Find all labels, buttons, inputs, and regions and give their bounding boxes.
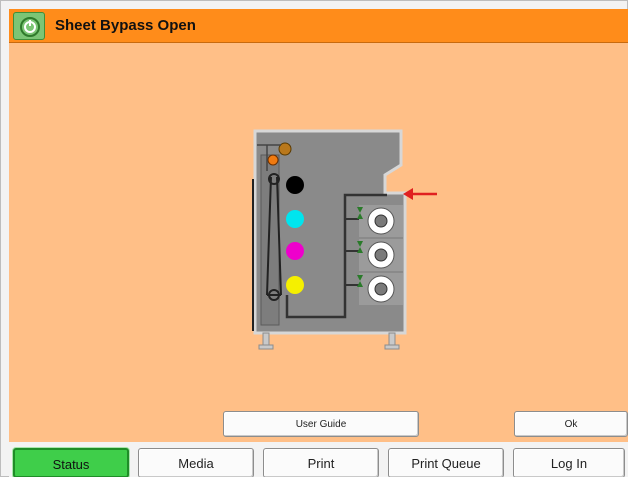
toner-black xyxy=(286,176,304,194)
paper-tray-1 xyxy=(359,205,403,237)
fuser-roller-2 xyxy=(267,154,279,166)
page-title: Sheet Bypass Open xyxy=(55,17,196,34)
user-guide-button[interactable]: User Guide xyxy=(223,411,419,437)
toner-magenta xyxy=(286,242,304,260)
printer-diagram xyxy=(252,129,437,350)
power-icon[interactable] xyxy=(13,12,45,40)
nav-status-button[interactable]: Status xyxy=(13,448,129,477)
toner-cyan xyxy=(286,210,304,228)
content-area: User Guide Ok xyxy=(9,43,628,442)
toner-yellow xyxy=(286,276,304,294)
printer-feet xyxy=(258,332,400,350)
paper-tray-3 xyxy=(359,273,403,305)
nav-media-button[interactable]: Media xyxy=(138,448,254,477)
title-bar: Sheet Bypass Open xyxy=(9,9,628,43)
nav-print-queue-button[interactable]: Print Queue xyxy=(388,448,504,477)
nav-log-in-button[interactable]: Log In xyxy=(513,448,625,477)
nav-print-button[interactable]: Print xyxy=(263,448,379,477)
paper-tray-2 xyxy=(359,239,403,271)
ok-button[interactable]: Ok xyxy=(514,411,628,437)
app-window: Sheet Bypass Open User Guide Ok Status M… xyxy=(0,0,628,477)
